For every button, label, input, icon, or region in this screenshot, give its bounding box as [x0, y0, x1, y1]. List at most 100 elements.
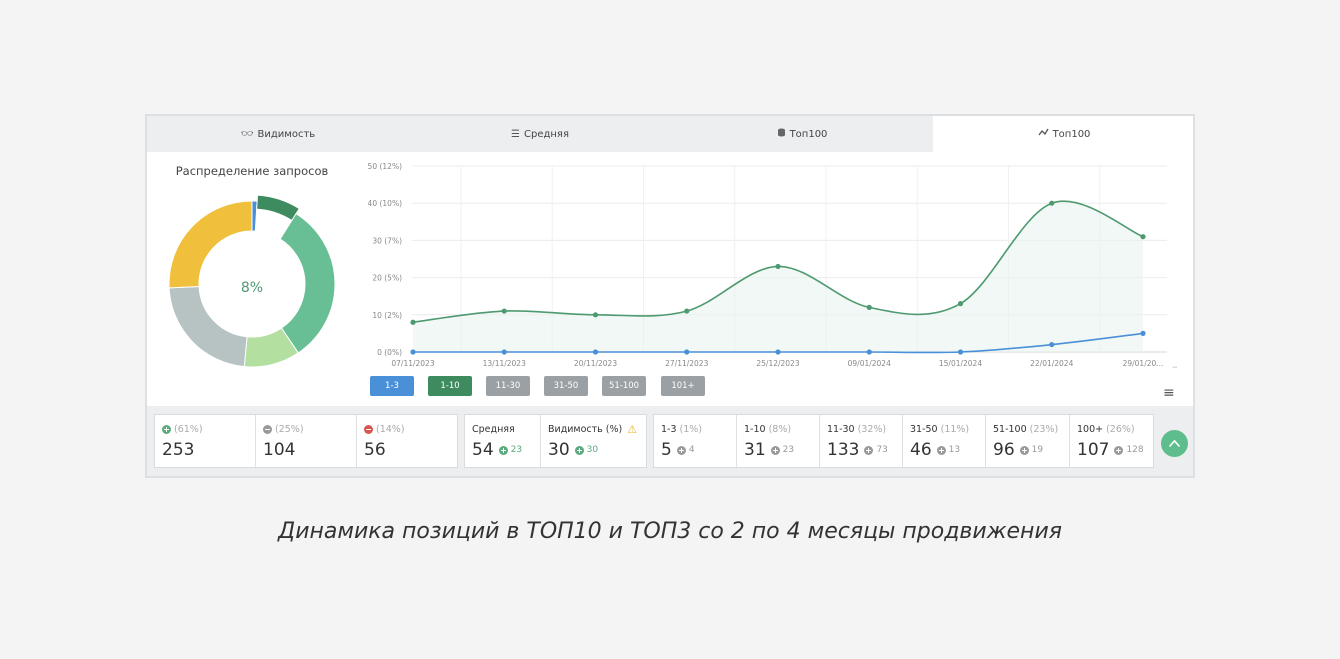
stat-pct: (14%)	[376, 423, 405, 435]
chevron-up-icon	[1168, 439, 1181, 448]
data-point[interactable]	[957, 349, 964, 355]
range-button-31-50[interactable]: 31-50	[544, 376, 588, 396]
tab-label: Топ100	[1052, 128, 1091, 140]
y-tick-label: 30 (7%)	[372, 236, 402, 245]
donut-segment[interactable]	[168, 285, 248, 368]
stats-group-movement: (61%) 253 (25%) 104 (14%) 56	[154, 414, 458, 468]
list-icon: ☰	[511, 128, 520, 140]
stat-pct: (61%)	[174, 423, 203, 435]
x-tick-label: 27/11/2023	[665, 359, 708, 368]
tab-top100-database[interactable]: Топ100	[671, 116, 933, 152]
x-tick-label: 15/01/2024	[939, 359, 982, 368]
stat-delta: 23	[782, 445, 795, 455]
y-tick-label: 50 (12%)	[368, 162, 403, 171]
tab-label: Топ100	[789, 128, 828, 140]
plus-circle-icon	[864, 445, 874, 455]
data-point[interactable]	[1140, 234, 1146, 240]
data-point[interactable]	[410, 319, 416, 325]
range-button-1-10[interactable]: 1-10	[428, 376, 472, 396]
plus-circle-icon	[574, 445, 584, 455]
report-panel: 👓︎ Видимость ☰ Средняя Топ100 Топ100 Рас…	[145, 114, 1195, 478]
x-tick-label: 09/01/2024	[848, 359, 891, 368]
stat-range-1-10: 1-10 (8%) 31 23	[737, 415, 820, 467]
stat-pct: (8%)	[768, 423, 792, 435]
tab-top100-chart[interactable]: Топ100	[933, 116, 1193, 152]
stat-value: 104	[263, 440, 296, 460]
stat-value: 31	[744, 440, 766, 460]
x-axis-arrow: →	[1172, 363, 1177, 373]
tab-label: Средняя	[524, 128, 569, 140]
donut-segment[interactable]	[279, 212, 336, 354]
tab-visibility[interactable]: 👓︎ Видимость	[147, 116, 409, 152]
y-tick-label: 0 (0%)	[377, 348, 402, 357]
stat-value: 133	[827, 440, 860, 460]
data-point[interactable]	[410, 349, 416, 355]
stat-label: 100+	[1077, 423, 1104, 435]
stat-value: 54	[472, 440, 494, 460]
data-point[interactable]	[1049, 200, 1055, 206]
chart-line-icon	[1038, 128, 1049, 140]
data-point[interactable]	[501, 349, 507, 355]
stat-pct: (26%)	[1106, 423, 1135, 435]
data-point[interactable]	[592, 349, 599, 355]
data-point[interactable]	[501, 308, 507, 314]
donut-segment[interactable]	[256, 194, 300, 222]
stat-value: 96	[993, 440, 1015, 460]
tab-bar: 👓︎ Видимость ☰ Средняя Топ100 Топ100	[147, 116, 1193, 152]
slide-caption: Динамика позиций в ТОП10 и ТОП3 со 2 по …	[278, 519, 1062, 544]
stat-pct: (11%)	[940, 423, 970, 435]
data-point[interactable]	[592, 312, 599, 318]
x-tick-label: 07/11/2023	[391, 359, 434, 368]
stat-value: 30	[548, 440, 570, 460]
stat-delta: 30	[586, 445, 599, 455]
range-button-1-3[interactable]: 1-3	[370, 376, 414, 396]
minus-circle-icon	[263, 424, 272, 434]
range-button-51-100[interactable]: 51-100	[602, 376, 646, 396]
stat-pct: (23%)	[1029, 423, 1059, 435]
stat-range-31-50: 31-50 (11%) 46 13	[903, 415, 986, 467]
plus-circle-icon	[1019, 445, 1029, 455]
data-point[interactable]	[1049, 341, 1055, 348]
stat-delta: 128	[1126, 445, 1144, 455]
donut-center-label: 8%	[241, 280, 263, 296]
range-button-11-30[interactable]: 11-30	[486, 376, 530, 396]
warning-icon[interactable]: ⚠	[627, 423, 637, 436]
distribution-donut: 8%	[168, 194, 336, 368]
data-point[interactable]	[957, 301, 964, 307]
stat-delta: 13	[948, 445, 961, 455]
tab-average[interactable]: ☰ Средняя	[409, 116, 671, 152]
data-point[interactable]	[1140, 330, 1146, 336]
range-button-101-plus[interactable]: 101+	[661, 376, 705, 396]
chart-menu-icon[interactable]: ≡	[1163, 386, 1175, 400]
data-point[interactable]	[866, 349, 872, 355]
data-point[interactable]	[866, 304, 872, 310]
y-tick-label: 40 (10%)	[368, 199, 403, 208]
series-area	[413, 201, 1143, 352]
tab-label: Видимость	[257, 128, 316, 140]
data-point[interactable]	[684, 308, 690, 314]
stat-label: 31-50	[910, 423, 938, 435]
stats-bar: (61%) 253 (25%) 104 (14%) 56 Средняя 54 2…	[147, 406, 1193, 476]
plus-circle-icon	[770, 445, 780, 455]
y-tick-label: 20 (5%)	[372, 274, 402, 283]
data-point[interactable]	[684, 349, 690, 355]
stat-delta: 4	[688, 445, 695, 455]
stats-group-average: Средняя 54 23 Видимость (%) ⚠ 30 30	[464, 414, 647, 468]
stat-value: 56	[364, 440, 386, 460]
stat-delta: 23	[510, 445, 523, 455]
x-tick-label: 25/12/2023	[756, 359, 799, 368]
x-tick-label: 20/11/2023	[574, 359, 617, 368]
plus-circle-icon	[676, 445, 686, 455]
stat-delta: 19	[1031, 445, 1044, 455]
data-point[interactable]	[775, 349, 781, 355]
stat-down: (14%) 56	[357, 415, 457, 467]
plus-circle-icon	[498, 445, 508, 455]
stat-label: 1-10	[744, 423, 766, 435]
data-point[interactable]	[775, 263, 781, 270]
scroll-up-button[interactable]	[1161, 430, 1188, 457]
stat-value: 107	[1077, 440, 1110, 460]
positions-chart: 0 (0%) 10 (2%) 20 (5%) 30 (7%) 40 (10%) 50 (1…	[368, 162, 1177, 373]
donut-segment[interactable]	[168, 200, 253, 289]
plus-circle-icon	[1114, 445, 1124, 455]
x-tick-label: 22/01/2024	[1030, 359, 1073, 368]
